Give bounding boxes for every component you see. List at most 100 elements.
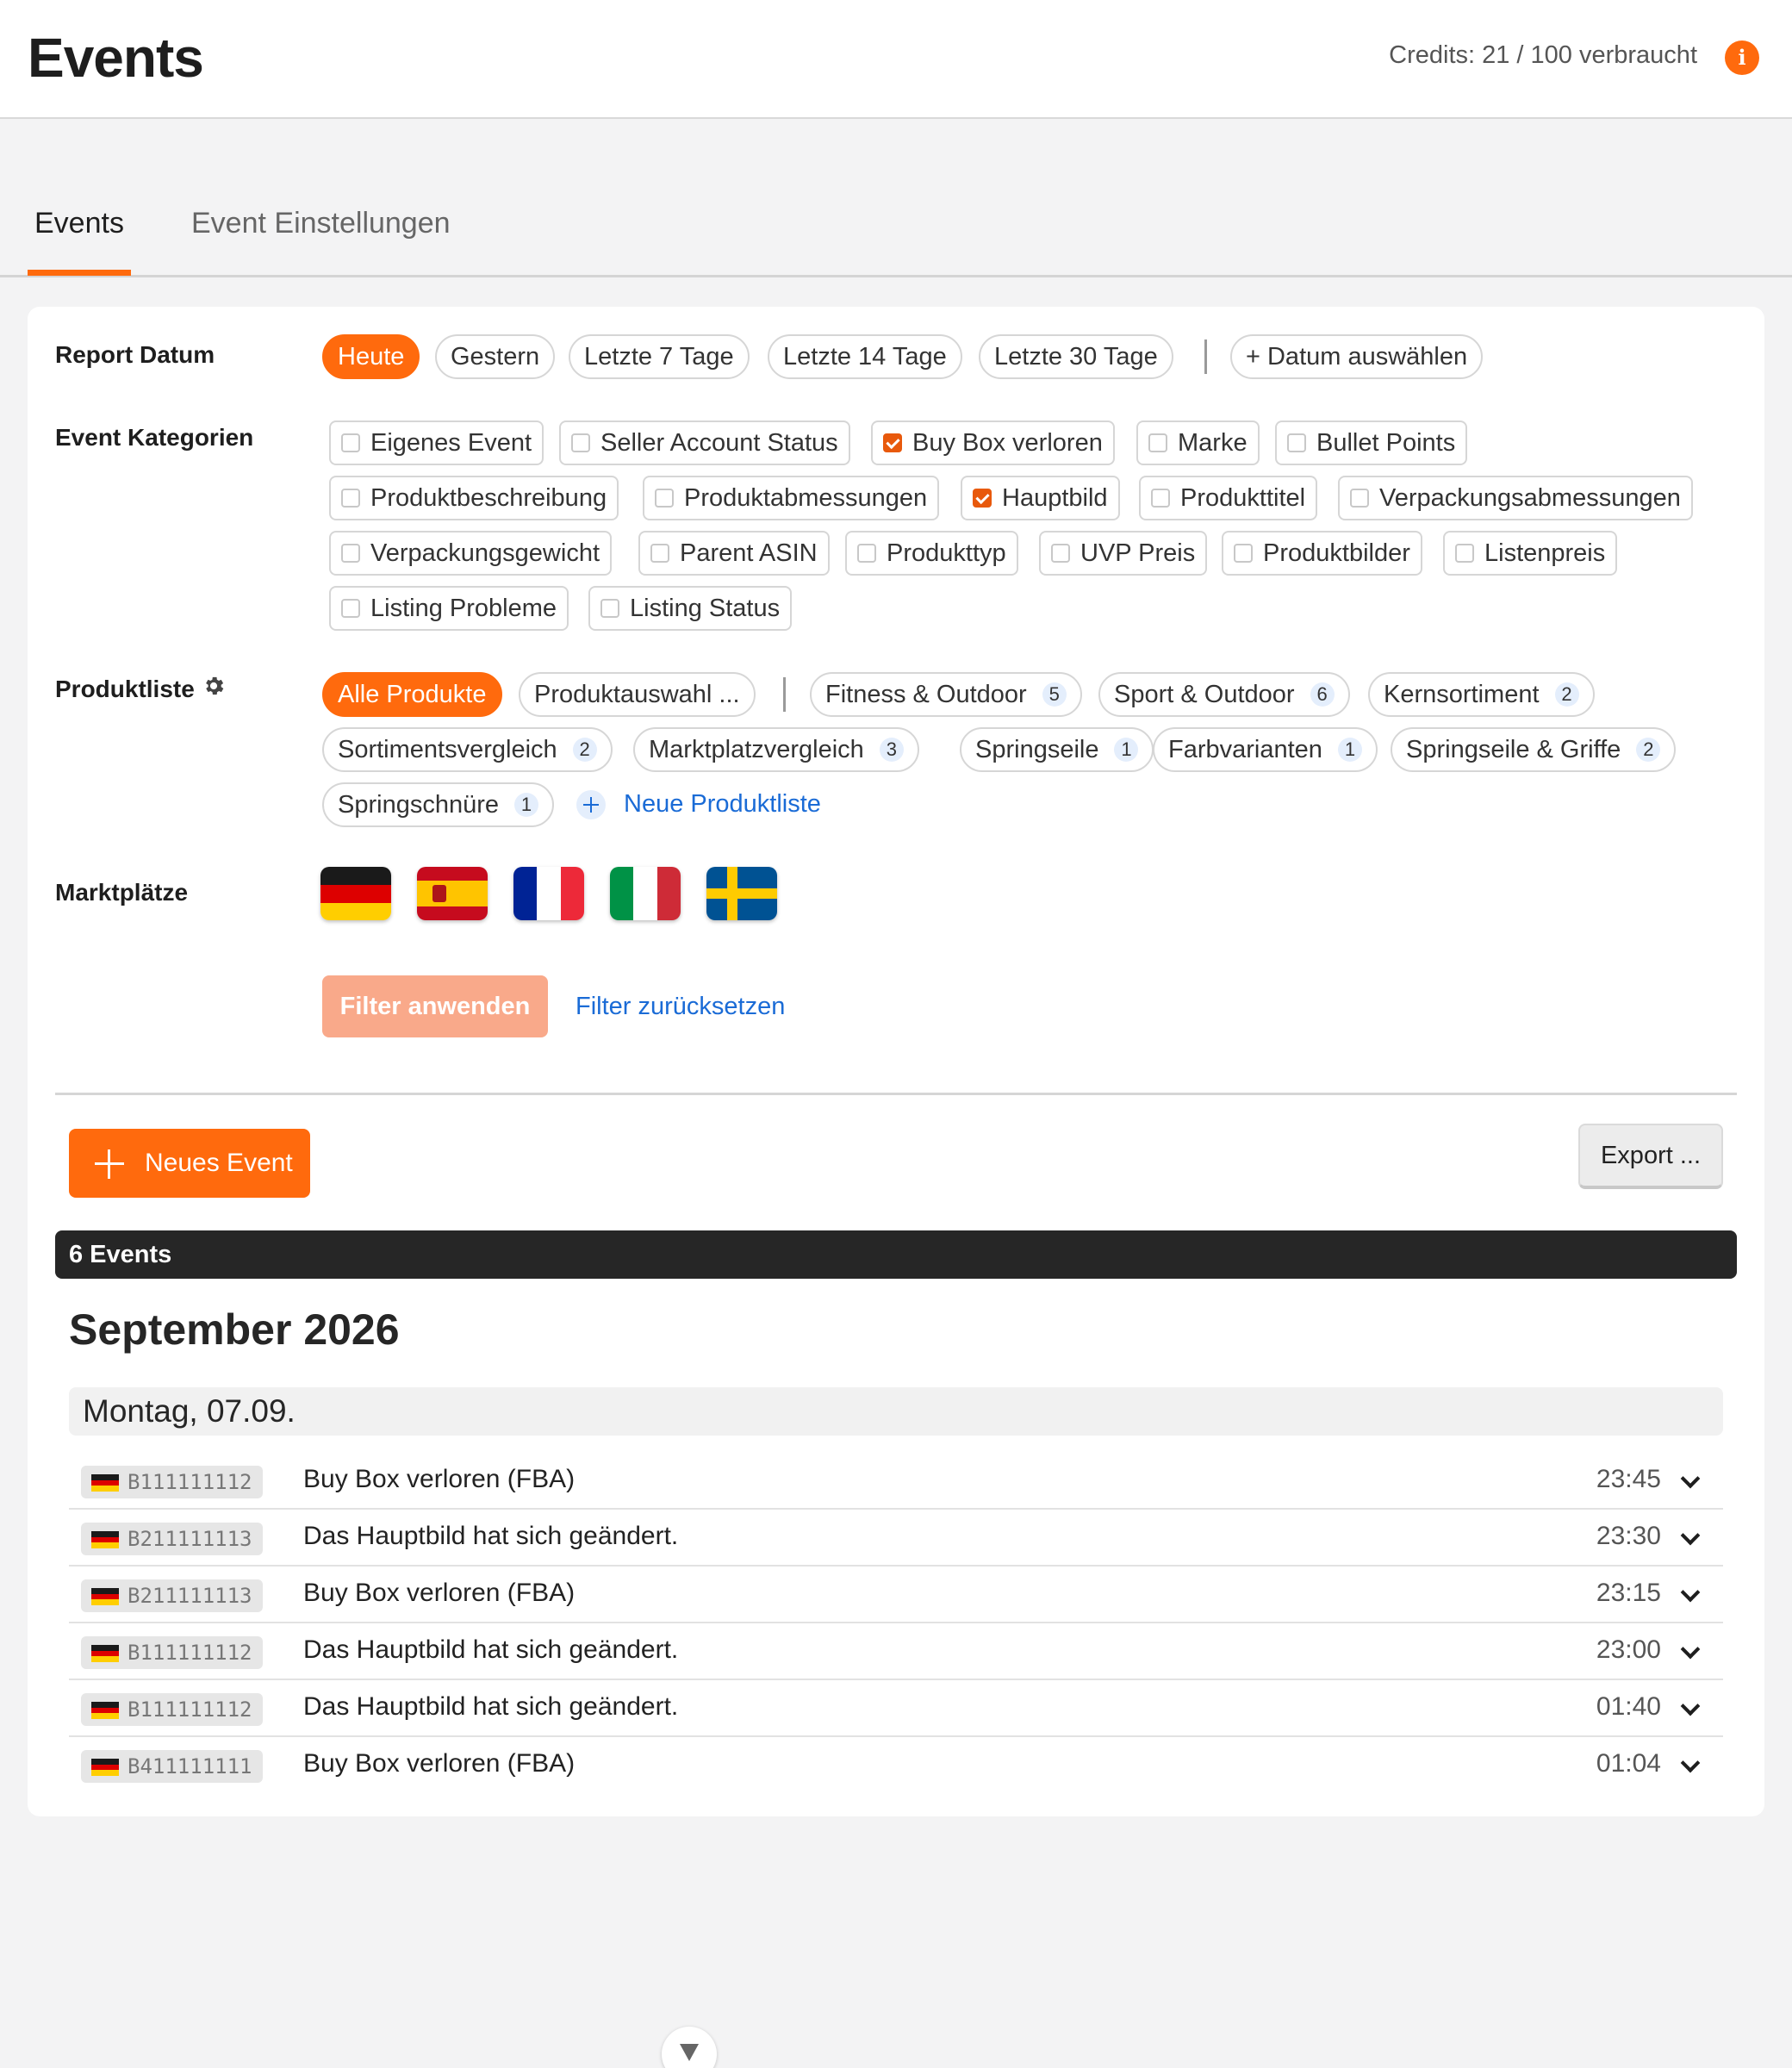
separator bbox=[783, 677, 786, 712]
chevron-down-icon[interactable] bbox=[1680, 1642, 1699, 1661]
event-row[interactable]: B211111113 Buy Box verloren (FBA) 23:15 bbox=[69, 1567, 1723, 1623]
date-option-today[interactable]: Heute bbox=[322, 334, 420, 379]
event-row[interactable]: B111111112 Buy Box verloren (FBA) 23:45 bbox=[69, 1453, 1723, 1510]
category-marke[interactable]: Marke bbox=[1136, 420, 1260, 465]
flag-se-icon[interactable] bbox=[706, 867, 777, 920]
checkbox[interactable] bbox=[600, 599, 619, 618]
checkbox[interactable] bbox=[1051, 544, 1070, 563]
category-verpackungsgewicht[interactable]: Verpackungsgewicht bbox=[329, 531, 612, 576]
flag-de-icon bbox=[91, 1702, 119, 1720]
checkbox[interactable] bbox=[1455, 544, 1474, 563]
category-buy-box-verloren[interactable]: Buy Box verloren bbox=[871, 420, 1115, 465]
count-badge: 1 bbox=[514, 793, 538, 817]
checkbox-checked[interactable] bbox=[973, 489, 992, 508]
count-badge: 2 bbox=[1636, 738, 1661, 762]
checkbox[interactable] bbox=[1151, 489, 1170, 508]
date-option-yesterday[interactable]: Gestern bbox=[435, 334, 556, 379]
product-list-kernsortiment[interactable]: Kernsortiment 2 bbox=[1368, 672, 1595, 717]
category-listenpreis[interactable]: Listenpreis bbox=[1443, 531, 1618, 576]
event-description: Buy Box verloren (FBA) bbox=[303, 1465, 576, 1493]
category-parent-asin[interactable]: Parent ASIN bbox=[638, 531, 830, 576]
event-description: Das Hauptbild hat sich geändert. bbox=[303, 1522, 679, 1550]
date-custom-button[interactable]: + Datum auswählen bbox=[1230, 334, 1484, 379]
category-produkttyp[interactable]: Produkttyp bbox=[845, 531, 1018, 576]
checkbox[interactable] bbox=[1350, 489, 1369, 508]
date-option-last-14-days[interactable]: Letzte 14 Tage bbox=[768, 334, 962, 379]
category-seller-account-status[interactable]: Seller Account Status bbox=[559, 420, 850, 465]
product-list-all[interactable]: Alle Produkte bbox=[322, 672, 502, 717]
product-list-sortimentsvergleich[interactable]: Sortimentsvergleich 2 bbox=[322, 727, 613, 772]
month-heading: September 2026 bbox=[69, 1305, 400, 1354]
flag-de-icon bbox=[91, 1474, 119, 1492]
product-selection-button[interactable]: Produktauswahl ... bbox=[519, 672, 756, 717]
chevron-down-icon[interactable] bbox=[1680, 1529, 1699, 1548]
asin-badge[interactable]: B111111112 bbox=[81, 1693, 263, 1726]
checkbox[interactable] bbox=[650, 544, 669, 563]
checkbox[interactable] bbox=[341, 599, 360, 618]
date-option-last-7-days[interactable]: Letzte 7 Tage bbox=[569, 334, 750, 379]
checkbox[interactable] bbox=[857, 544, 876, 563]
checkbox-checked[interactable] bbox=[883, 433, 902, 452]
tab-events[interactable]: Events bbox=[28, 207, 131, 276]
checkbox[interactable] bbox=[1148, 433, 1167, 452]
category-produkttitel[interactable]: Produkttitel bbox=[1139, 476, 1318, 520]
checkbox[interactable] bbox=[341, 544, 360, 563]
product-list-springseile[interactable]: Springseile 1 bbox=[960, 727, 1154, 772]
checkbox[interactable] bbox=[571, 433, 590, 452]
chevron-down-icon[interactable] bbox=[1680, 1585, 1699, 1604]
product-list-fitness-outdoor[interactable]: Fitness & Outdoor 5 bbox=[810, 672, 1082, 717]
checkbox[interactable] bbox=[655, 489, 674, 508]
chevron-down-icon[interactable] bbox=[1680, 1756, 1699, 1775]
asin-badge[interactable]: B411111111 bbox=[81, 1750, 263, 1783]
asin-badge[interactable]: B211111113 bbox=[81, 1579, 263, 1612]
product-list-springseile-griffe[interactable]: Springseile & Griffe 2 bbox=[1391, 727, 1677, 772]
asin-badge[interactable]: B111111112 bbox=[81, 1466, 263, 1498]
apply-filter-button[interactable]: Filter anwenden bbox=[322, 975, 548, 1037]
date-option-last-30-days[interactable]: Letzte 30 Tage bbox=[979, 334, 1173, 379]
category-listing-probleme[interactable]: Listing Probleme bbox=[329, 586, 569, 631]
events-card: Report Datum Heute Gestern Letzte 7 Tage… bbox=[28, 307, 1764, 1816]
plus-icon[interactable] bbox=[576, 790, 606, 819]
category-hauptbild[interactable]: Hauptbild bbox=[961, 476, 1120, 520]
flag-fr-icon[interactable] bbox=[513, 867, 584, 920]
asin-badge[interactable]: B211111113 bbox=[81, 1523, 263, 1555]
marketplaces-label: Marktplätze bbox=[55, 879, 189, 906]
checkbox[interactable] bbox=[1287, 433, 1306, 452]
category-produktabmessungen[interactable]: Produktabmessungen bbox=[643, 476, 940, 520]
product-list-farbvarianten[interactable]: Farbvarianten 1 bbox=[1153, 727, 1378, 772]
export-button[interactable]: Export ... bbox=[1578, 1124, 1723, 1189]
event-row[interactable]: B211111113 Das Hauptbild hat sich geände… bbox=[69, 1510, 1723, 1567]
checkbox[interactable] bbox=[341, 433, 360, 452]
event-row[interactable]: B411111111 Buy Box verloren (FBA) 01:04 bbox=[69, 1737, 1723, 1794]
chevron-down-icon[interactable] bbox=[1680, 1699, 1699, 1718]
category-produktbeschreibung[interactable]: Produktbeschreibung bbox=[329, 476, 619, 520]
category-produktbilder[interactable]: Produktbilder bbox=[1222, 531, 1422, 576]
tab-event-settings[interactable]: Event Einstellungen bbox=[184, 207, 457, 270]
count-badge: 6 bbox=[1310, 682, 1335, 707]
event-time: 23:00 bbox=[1596, 1635, 1661, 1664]
flag-it-icon[interactable] bbox=[610, 867, 681, 920]
flag-de-icon[interactable] bbox=[320, 867, 391, 920]
gear-icon[interactable] bbox=[202, 674, 226, 698]
events-count-bar: 6 Events bbox=[55, 1230, 1737, 1279]
product-list-marktplatzvergleich[interactable]: Marktplatzvergleich 3 bbox=[633, 727, 919, 772]
info-icon[interactable]: i bbox=[1725, 40, 1759, 75]
event-row[interactable]: B111111112 Das Hauptbild hat sich geände… bbox=[69, 1623, 1723, 1680]
category-bullet-points[interactable]: Bullet Points bbox=[1275, 420, 1468, 465]
chevron-down-icon[interactable] bbox=[1680, 1472, 1699, 1491]
reset-filter-link[interactable]: Filter zurücksetzen bbox=[576, 993, 785, 1021]
new-event-button[interactable]: Neues Event bbox=[69, 1129, 310, 1198]
new-product-list-link[interactable]: Neue Produktliste bbox=[624, 790, 821, 819]
scroll-down-button[interactable] bbox=[662, 2027, 717, 2068]
checkbox[interactable] bbox=[1234, 544, 1253, 563]
product-list-springschnuere[interactable]: Springschnüre 1 bbox=[322, 782, 554, 827]
flag-es-icon[interactable] bbox=[417, 867, 488, 920]
asin-badge[interactable]: B111111112 bbox=[81, 1636, 263, 1669]
event-row[interactable]: B111111112 Das Hauptbild hat sich geände… bbox=[69, 1680, 1723, 1737]
checkbox[interactable] bbox=[341, 489, 360, 508]
product-list-sport-outdoor[interactable]: Sport & Outdoor 6 bbox=[1098, 672, 1350, 717]
category-listing-status[interactable]: Listing Status bbox=[588, 586, 793, 631]
category-eigenes-event[interactable]: Eigenes Event bbox=[329, 420, 544, 465]
category-uvp-preis[interactable]: UVP Preis bbox=[1039, 531, 1208, 576]
category-verpackungsabmessungen[interactable]: Verpackungsabmessungen bbox=[1338, 476, 1693, 520]
